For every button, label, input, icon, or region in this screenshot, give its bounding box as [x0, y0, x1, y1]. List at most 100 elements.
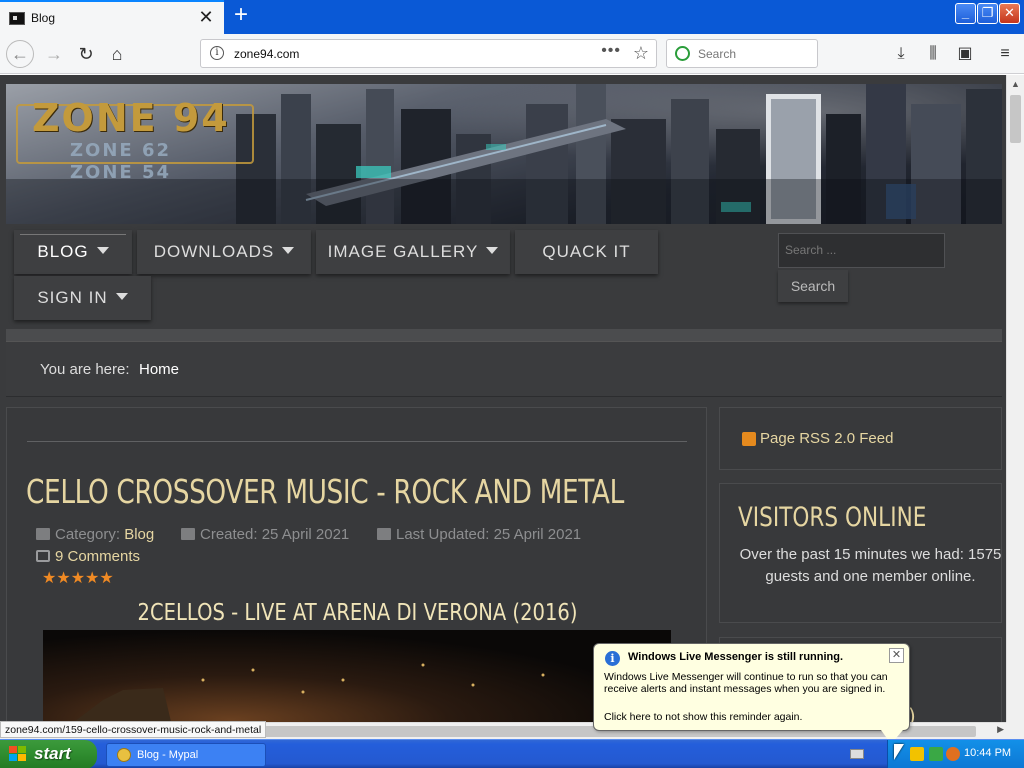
menu-item-quack-it[interactable]: QUACK IT [515, 230, 658, 274]
logo-sub-zone-62: ZONE 62 [70, 140, 172, 161]
taskbar-item-browser[interactable]: Blog - Mypal [106, 743, 266, 767]
folder-icon [36, 528, 50, 540]
system-tray: 10:44 PM [887, 740, 1024, 768]
rss-module: Page RSS 2.0 Feed [719, 407, 1002, 470]
breadcrumb-label: You are here: [40, 361, 130, 378]
scroll-up-icon[interactable]: ▲ [1008, 77, 1023, 92]
start-button[interactable]: start [0, 740, 97, 768]
menu-item-image-gallery[interactable]: IMAGE GALLERY [316, 230, 510, 274]
tab-strip: Blog ✕ + _ ❐ ✕ [0, 0, 1024, 34]
windows-logo-icon [9, 746, 26, 761]
tab-title: Blog [31, 11, 56, 25]
balloon-title: Windows Live Messenger is still running. [628, 651, 844, 663]
keyboard-icon[interactable] [850, 749, 864, 759]
menu-signin-label: SIGN IN [37, 288, 108, 307]
close-icon[interactable]: ✕ [889, 648, 904, 663]
created-date: Created: 25 April 2021 [200, 526, 350, 543]
clock[interactable]: 10:44 PM [964, 747, 1011, 759]
category-link[interactable]: Blog [124, 526, 154, 543]
article-created: Created: 25 April 2021 [181, 526, 349, 543]
hamburger-menu-icon[interactable]: ≡ [992, 40, 1018, 68]
calendar-icon [377, 528, 391, 540]
divider [27, 441, 687, 442]
taskbar: start Blog - Mypal 10:44 PM [0, 739, 1024, 768]
chevron-down-icon [282, 247, 295, 254]
site-info-icon[interactable]: i [210, 46, 224, 60]
arena-video-image [73, 663, 605, 722]
mouse-cursor [894, 744, 904, 760]
logo-sub-zone-54: ZONE 54 [70, 162, 172, 183]
start-label: start [34, 744, 71, 763]
back-arrow-icon[interactable]: ← [6, 40, 34, 68]
comments-count: 9 Comments [55, 548, 141, 565]
window-minimize-button[interactable]: _ [955, 3, 976, 24]
notification-balloon[interactable]: i Windows Live Messenger is still runnin… [593, 643, 910, 744]
comment-icon [36, 550, 50, 562]
scroll-right-icon[interactable]: ▶ [997, 724, 1004, 735]
vertical-scrollbar[interactable]: ▲ [1006, 75, 1024, 722]
category-label: Category: [55, 526, 121, 543]
site-search-button[interactable]: Search [778, 270, 848, 302]
site-favicon-icon [9, 12, 25, 25]
messenger-icon[interactable] [929, 747, 943, 761]
scrollbar-corner [1006, 722, 1024, 739]
bookmark-star-icon[interactable]: ☆ [633, 43, 649, 64]
search-icon[interactable] [946, 747, 960, 761]
article-category: Category: Blog [36, 526, 154, 543]
video-player[interactable] [43, 630, 671, 722]
menu-gallery-label: IMAGE GALLERY [327, 242, 479, 261]
address-bar[interactable]: i zone94.com ••• ☆ [200, 39, 657, 68]
url-text[interactable]: zone94.com [234, 47, 299, 61]
site-logo[interactable]: ZONE 94 [32, 96, 230, 140]
balloon-dismiss-link[interactable]: Click here to not show this reminder aga… [604, 711, 802, 723]
status-url: zone94.com/159-cello-crossover-music-roc… [0, 721, 267, 738]
visitors-module: VISITORS ONLINE Over the past 15 minutes… [719, 483, 1002, 623]
window-close-button[interactable]: ✕ [999, 3, 1020, 24]
breadcrumb-home: Home [139, 361, 180, 378]
browser-search-box[interactable]: Search [666, 39, 818, 68]
chevron-down-icon [115, 293, 128, 300]
visitors-title: VISITORS ONLINE [738, 502, 927, 533]
site-search-input[interactable]: Search ... [778, 233, 945, 268]
sidebar-icon[interactable]: ▣ [952, 40, 978, 68]
menu-downloads-label: DOWNLOADS [153, 242, 275, 261]
reload-icon[interactable]: ↻ [72, 40, 100, 68]
rss-feed-link[interactable]: Page RSS 2.0 Feed [760, 430, 893, 447]
page-actions-icon[interactable]: ••• [601, 42, 621, 60]
menu-item-sign-in[interactable]: SIGN IN [14, 276, 151, 320]
search-engine-icon [675, 46, 690, 61]
star-rating[interactable]: ★★★★★ [42, 568, 114, 588]
browser-search-placeholder: Search [698, 47, 737, 61]
article-updated: Last Updated: 25 April 2021 [377, 526, 581, 543]
article-title[interactable]: CELLO CROSSOVER MUSIC - ROCK AND METAL [26, 472, 624, 511]
menu-item-blog[interactable]: BLOG [14, 230, 132, 274]
site-banner: ZONE 94 ZONE 62 ZONE 54 [6, 84, 1002, 224]
chevron-down-icon [486, 247, 499, 254]
home-icon[interactable]: ⌂ [103, 40, 131, 68]
scroll-thumb[interactable] [1010, 95, 1021, 143]
rss-icon [742, 432, 756, 446]
browser-tab[interactable]: Blog ✕ [0, 0, 224, 34]
calendar-icon [181, 528, 195, 540]
download-icon[interactable]: ⤓ [888, 40, 914, 68]
forward-arrow-icon[interactable]: → [40, 40, 68, 68]
tab-close-icon[interactable]: ✕ [196, 7, 216, 27]
comments-link[interactable]: 9 Comments [36, 548, 140, 565]
chevron-down-icon [96, 247, 109, 254]
new-tab-icon[interactable]: + [228, 3, 254, 29]
navigation-toolbar: ← → ↻ ⌂ i zone94.com ••• ☆ Search ⤓ ⫼ ▣ … [0, 34, 1024, 74]
menu-blog-label: BLOG [37, 242, 89, 261]
security-shield-icon[interactable] [910, 747, 924, 761]
balloon-body: Windows Live Messenger will continue to … [604, 671, 888, 695]
updated-date: Last Updated: 25 April 2021 [396, 526, 582, 543]
breadcrumb: You are here: Home [6, 341, 1002, 397]
page-viewport: ZONE 94 ZONE 62 ZONE 54 BLOG DOWNLOADS I… [0, 75, 1006, 722]
divider [6, 329, 1002, 341]
taskbar-item-label: Blog - Mypal [137, 749, 199, 761]
window-maximize-button[interactable]: ❐ [977, 3, 998, 24]
menu-quack-label: QUACK IT [542, 242, 631, 261]
menu-item-downloads[interactable]: DOWNLOADS [137, 230, 311, 274]
visitors-text: Over the past 15 minutes we had: 1575 gu… [739, 546, 1002, 585]
video-title: 2CELLOS - LIVE AT ARENA DI VERONA (2016) [137, 600, 578, 626]
library-icon[interactable]: ⫼ [920, 40, 946, 68]
